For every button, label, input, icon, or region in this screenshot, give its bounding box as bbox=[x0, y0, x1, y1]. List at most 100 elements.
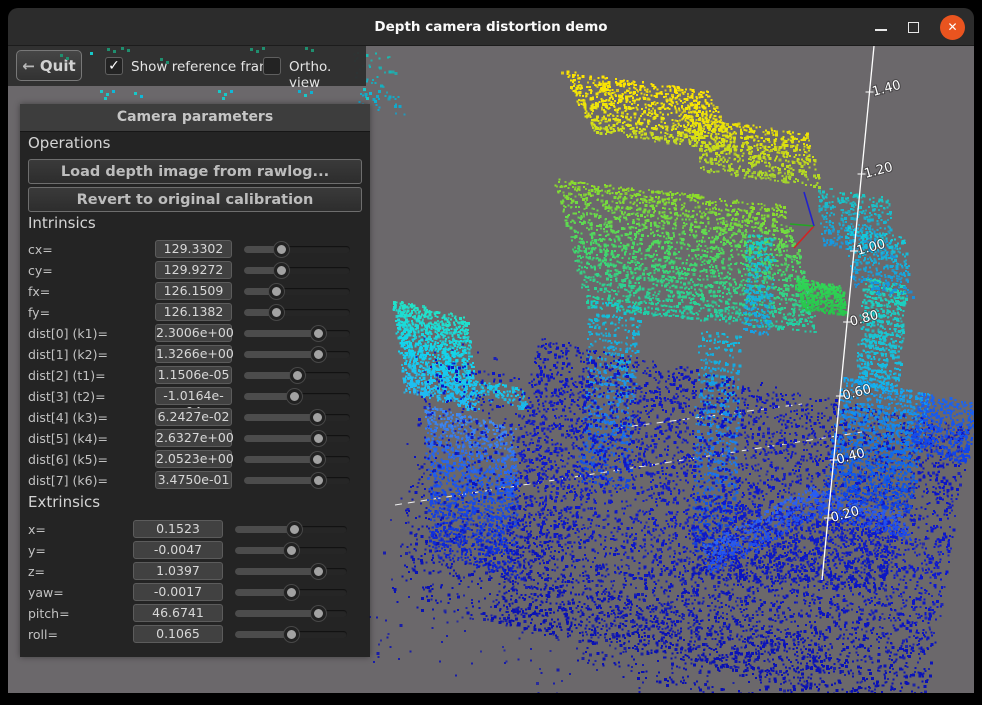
checkbox-show-reference-frame[interactable]: ✓ bbox=[105, 57, 123, 75]
param-label: dist[6] (k5)= bbox=[28, 452, 108, 467]
checkbox-ortho-view[interactable] bbox=[263, 57, 281, 75]
param-value-input[interactable]: -0.0017 bbox=[133, 583, 223, 601]
toolbar: ← Quit ✓ Show reference frame Ortho. vie… bbox=[8, 46, 366, 86]
slider-knob[interactable] bbox=[274, 263, 289, 278]
param-row: dist[7] (k6)= 3.4750e-01 bbox=[20, 470, 370, 491]
slider-knob[interactable] bbox=[310, 410, 325, 425]
param-row: dist[1] (k2)=1.3266e+00 bbox=[20, 344, 370, 365]
close-icon[interactable]: ✕ bbox=[940, 15, 965, 40]
3d-viewport[interactable]: 2.602.402.202.001.801.601.401.201.000.80… bbox=[8, 46, 974, 693]
param-value-input[interactable]: 1.3266e+00 bbox=[155, 345, 232, 363]
quit-label: Quit bbox=[40, 57, 76, 75]
param-value-input[interactable]: 3.4750e-01 bbox=[155, 471, 232, 489]
param-value-input[interactable]: 0.1523 bbox=[133, 520, 223, 538]
slider-fill bbox=[235, 589, 291, 596]
slider-knob[interactable] bbox=[311, 347, 326, 362]
param-value-input[interactable]: 1.1506e-05 bbox=[155, 366, 232, 384]
param-slider[interactable] bbox=[244, 456, 350, 463]
param-row: fy= 126.1382 bbox=[20, 302, 370, 323]
param-row: cx=129.3302 bbox=[20, 239, 370, 260]
slider-knob[interactable] bbox=[311, 473, 326, 488]
slider-fill bbox=[235, 568, 322, 575]
param-label: x= bbox=[28, 522, 46, 537]
revert-calibration-button[interactable]: Revert to original calibration bbox=[28, 187, 362, 212]
param-label: fx= bbox=[28, 284, 50, 299]
param-label: cy= bbox=[28, 263, 53, 278]
param-value-input[interactable]: 126.1509 bbox=[155, 282, 232, 300]
param-row: roll=0.1065 bbox=[20, 624, 370, 645]
param-value-input[interactable]: 129.3302 bbox=[155, 240, 232, 258]
slider-knob[interactable] bbox=[310, 452, 325, 467]
slider-knob[interactable] bbox=[311, 564, 326, 579]
param-label: fy= bbox=[28, 305, 50, 320]
section-operations: Operations bbox=[28, 134, 110, 152]
slider-fill bbox=[244, 456, 320, 463]
section-extrinsics: Extrinsics bbox=[28, 493, 100, 511]
param-value-input[interactable]: 46.6741 bbox=[133, 604, 223, 622]
titlebar: Depth camera distortion demo ✕ bbox=[8, 8, 974, 46]
param-value-input[interactable]: 126.1382 bbox=[155, 303, 232, 321]
param-slider[interactable] bbox=[244, 330, 350, 337]
param-slider[interactable] bbox=[235, 568, 347, 575]
quit-button[interactable]: ← Quit bbox=[16, 50, 82, 81]
camera-parameters-panel: Camera parameters Operations Load depth … bbox=[20, 104, 370, 657]
slider-knob[interactable] bbox=[274, 242, 289, 257]
slider-knob[interactable] bbox=[311, 606, 326, 621]
param-label: yaw= bbox=[28, 585, 64, 600]
window-title: Depth camera distortion demo bbox=[8, 8, 974, 46]
param-value-input[interactable]: 2.3006e+00 bbox=[155, 324, 232, 342]
slider-knob[interactable] bbox=[284, 627, 299, 642]
param-value-input[interactable]: -1.0164e-04 bbox=[155, 387, 232, 405]
maximize-icon[interactable] bbox=[908, 22, 919, 33]
param-value-input[interactable]: 0.1065 bbox=[133, 625, 223, 643]
param-slider[interactable] bbox=[244, 246, 350, 253]
param-value-input[interactable]: 1.0397 bbox=[133, 562, 223, 580]
param-slider[interactable] bbox=[244, 309, 350, 316]
param-row: dist[2] (t1)= 1.1506e-05 bbox=[20, 365, 370, 386]
param-slider[interactable] bbox=[244, 414, 350, 421]
section-intrinsics: Intrinsics bbox=[28, 214, 96, 232]
param-slider[interactable] bbox=[244, 435, 350, 442]
slider-fill bbox=[244, 414, 320, 421]
param-row: pitch= 46.6741 bbox=[20, 603, 370, 624]
param-value-input[interactable]: 129.9272 bbox=[155, 261, 232, 279]
param-label: dist[0] (k1)= bbox=[28, 326, 108, 341]
slider-knob[interactable] bbox=[311, 326, 326, 341]
slider-knob[interactable] bbox=[290, 368, 305, 383]
slider-knob[interactable] bbox=[284, 585, 299, 600]
param-row: y=-0.0047 bbox=[20, 540, 370, 561]
slider-knob[interactable] bbox=[311, 431, 326, 446]
param-label: pitch= bbox=[28, 606, 70, 621]
slider-knob[interactable] bbox=[269, 284, 284, 299]
param-row: dist[4] (k3)= 6.2427e-02 bbox=[20, 407, 370, 428]
param-value-input[interactable]: 2.0523e+00 bbox=[155, 450, 232, 468]
slider-knob[interactable] bbox=[287, 389, 302, 404]
param-row: cy= 129.9272 bbox=[20, 260, 370, 281]
param-slider[interactable] bbox=[244, 288, 350, 295]
param-value-input[interactable]: -0.0047 bbox=[133, 541, 223, 559]
param-row: dist[3] (t2)=-1.0164e-04 bbox=[20, 386, 370, 407]
param-row: dist[0] (k1)= 2.3006e+00 bbox=[20, 323, 370, 344]
slider-knob[interactable] bbox=[284, 543, 299, 558]
param-label: z= bbox=[28, 564, 45, 579]
param-row: x= 0.1523 bbox=[20, 519, 370, 540]
param-slider[interactable] bbox=[235, 610, 347, 617]
param-slider[interactable] bbox=[244, 267, 350, 274]
param-value-input[interactable]: 2.6327e+00 bbox=[155, 429, 232, 447]
param-slider[interactable] bbox=[244, 477, 350, 484]
slider-knob[interactable] bbox=[269, 305, 284, 320]
param-row: fx= 126.1509 bbox=[20, 281, 370, 302]
load-depth-image-button[interactable]: Load depth image from rawlog... bbox=[28, 159, 362, 184]
param-label: dist[7] (k6)= bbox=[28, 473, 108, 488]
param-value-input[interactable]: 6.2427e-02 bbox=[155, 408, 232, 426]
param-label: dist[2] (t1)= bbox=[28, 368, 106, 383]
param-slider[interactable] bbox=[244, 351, 350, 358]
minimize-icon[interactable] bbox=[875, 29, 887, 31]
panel-header[interactable]: Camera parameters bbox=[20, 104, 370, 132]
slider-fill bbox=[235, 610, 322, 617]
slider-knob[interactable] bbox=[287, 522, 302, 537]
param-row: z= 1.0397 bbox=[20, 561, 370, 582]
param-label: dist[4] (k3)= bbox=[28, 410, 108, 425]
param-row: dist[5] (k4)=2.6327e+00 bbox=[20, 428, 370, 449]
window-controls: ✕ bbox=[875, 8, 965, 46]
